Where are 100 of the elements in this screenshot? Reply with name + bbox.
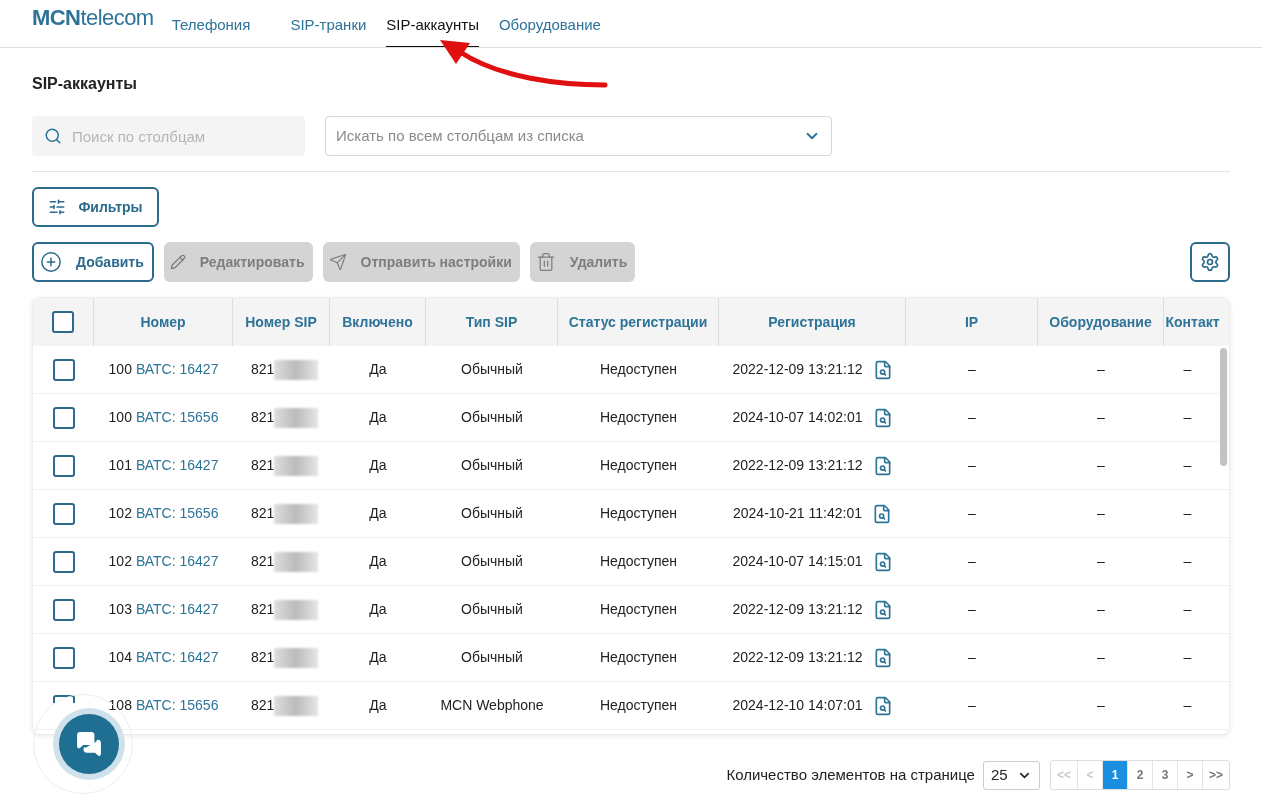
contact-cell-text: –: [1183, 456, 1192, 475]
vats-link[interactable]: ВАТС: 16427: [135, 599, 219, 620]
contact-cell-text: –: [1183, 696, 1192, 715]
select-placeholder: Искать по всем столбцам из списка: [336, 125, 584, 146]
contact-cell-text: –: [1183, 552, 1192, 571]
number-cell-text: 104: [108, 648, 132, 667]
enabled-cell-text: Да: [369, 696, 387, 715]
column-header[interactable]: Номер: [140, 311, 186, 333]
logo: MCNtelecom: [32, 4, 154, 32]
column-header[interactable]: Тип SIP: [465, 311, 518, 333]
vats-link[interactable]: ВАТС: 16427: [135, 359, 219, 380]
status-cell-text: Недоступен: [599, 504, 678, 523]
sip-number-cell-text: 821: [251, 648, 275, 667]
sip-number-cell-text: 821: [251, 552, 275, 571]
contact-cell-text: –: [1183, 600, 1192, 619]
registration-cell-text: 2022-12-09 13:21:12: [732, 600, 863, 619]
ip-cell-text: –: [968, 600, 976, 619]
checkbox[interactable]: [52, 311, 74, 333]
number-cell-text: 102: [108, 552, 132, 571]
per-page-label: Количество элементов на странице: [726, 764, 975, 785]
ip-cell-text: –: [968, 360, 976, 379]
registration-cell-text: 2024-12-10 14:07:01: [732, 696, 863, 715]
filters-button[interactable]: Фильтры: [32, 187, 159, 227]
nav-tab[interactable]: Оборудование: [498, 13, 601, 47]
sip-number-cell-text: 821: [251, 600, 275, 619]
sip-number-cell-text: 821: [251, 408, 275, 427]
sip-type-cell-text: Обычный: [461, 456, 523, 475]
chat-icon: [76, 731, 102, 757]
add-button[interactable]: Добавить: [32, 242, 154, 282]
nav-tab[interactable]: Телефония: [171, 13, 251, 47]
page-button[interactable]: 3: [1152, 761, 1177, 789]
redacted-blur: [274, 503, 319, 524]
checkbox[interactable]: [52, 358, 75, 381]
send-icon: [328, 253, 347, 271]
page-button[interactable]: 1: [1102, 761, 1127, 789]
settings-icon: [1200, 252, 1220, 272]
checkbox[interactable]: [52, 454, 75, 477]
enabled-cell-text: Да: [369, 504, 387, 523]
column-select[interactable]: Искать по всем столбцам из списка: [325, 116, 832, 156]
equipment-cell-text: –: [1097, 504, 1105, 523]
registration-cell-text: 2022-12-09 13:21:12: [732, 648, 863, 667]
per-page-select[interactable]: 25: [982, 760, 1040, 790]
ip-cell-text: –: [968, 504, 976, 523]
number-cell-text: 100: [108, 360, 132, 379]
page-button[interactable]: 2: [1127, 761, 1152, 789]
column-header[interactable]: IP: [964, 311, 979, 333]
sip-type-cell-text: MCN Webphone: [440, 696, 544, 715]
page-button[interactable]: >>: [1202, 761, 1229, 789]
checkbox[interactable]: [52, 646, 75, 669]
checkbox[interactable]: [52, 502, 75, 525]
registration-cell-text: 2022-12-09 13:21:12: [732, 456, 863, 475]
page-button[interactable]: >: [1177, 761, 1202, 789]
equipment-cell-text: –: [1097, 600, 1105, 619]
checkbox[interactable]: [52, 550, 75, 573]
column-header[interactable]: Оборудование: [1049, 311, 1152, 333]
pencil-icon: [169, 254, 186, 270]
search-field[interactable]: Поиск по столбцам: [32, 116, 305, 156]
checkbox[interactable]: [52, 694, 75, 703]
sip-type-cell-text: Обычный: [461, 360, 523, 379]
contact-cell-text: –: [1183, 504, 1192, 523]
equipment-cell-text: –: [1097, 360, 1105, 379]
log-search-icon[interactable]: [872, 503, 892, 524]
redacted-blur: [274, 695, 319, 716]
enabled-cell-text: Да: [369, 456, 387, 475]
column-header[interactable]: Номер SIP: [245, 311, 317, 333]
number-cell-text: 100: [108, 408, 132, 427]
settings-button[interactable]: [1190, 242, 1230, 282]
search-icon: [44, 127, 62, 145]
sip-type-cell-text: Обычный: [461, 504, 523, 523]
checkbox[interactable]: [52, 598, 75, 621]
nav-tab[interactable]: SIP-транки: [290, 13, 367, 47]
redacted-blur: [274, 599, 319, 620]
enabled-cell-text: Да: [369, 408, 387, 427]
vats-link[interactable]: ВАТС: 16427: [135, 455, 219, 476]
floating-chat-button[interactable]: [59, 714, 119, 774]
sip-number-cell-text: 821: [251, 456, 275, 475]
contact-cell-text: –: [1183, 408, 1192, 427]
column-header[interactable]: Включено: [342, 311, 413, 333]
trash-icon: [535, 252, 556, 272]
per-page-value: 25: [990, 764, 1008, 785]
registration-cell-text: 2024-10-07 14:15:01: [732, 552, 863, 571]
sip-type-cell-text: Обычный: [461, 648, 523, 667]
vats-link[interactable]: ВАТС: 16427: [135, 647, 219, 668]
vats-link[interactable]: ВАТС: 16427: [135, 551, 219, 572]
ip-cell-text: –: [968, 648, 976, 667]
column-header[interactable]: Статус регистрации: [568, 311, 708, 333]
checkbox[interactable]: [52, 406, 75, 429]
column-header[interactable]: Регистрация: [768, 311, 856, 333]
column-header[interactable]: Контакт: [1165, 311, 1220, 333]
sip-type-cell-text: Обычный: [461, 600, 523, 619]
sip-type-cell-text: Обычный: [461, 408, 523, 427]
page-title: SIP-аккаунты: [32, 74, 138, 92]
vats-link[interactable]: ВАТС: 15656: [135, 407, 219, 428]
vats-link[interactable]: ВАТС: 15656: [135, 695, 219, 716]
scrollbar-thumb[interactable]: [1220, 348, 1227, 466]
status-cell-text: Недоступен: [599, 696, 678, 715]
vats-link[interactable]: ВАТС: 15656: [135, 503, 219, 524]
ip-cell-text: –: [968, 552, 976, 571]
number-cell-text: 108: [108, 696, 132, 715]
redacted-blur: [274, 359, 319, 380]
